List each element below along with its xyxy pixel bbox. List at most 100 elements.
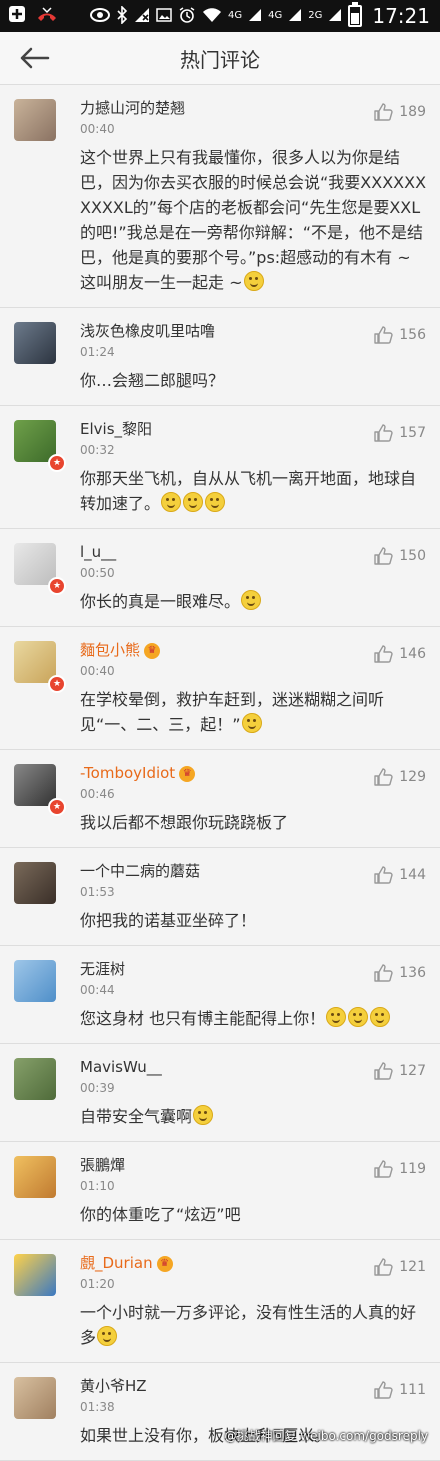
avatar[interactable] [14,322,56,364]
thumbs-up-icon [374,326,393,344]
smile-emoji-icon [193,1105,214,1125]
no-signal-icon [134,7,150,26]
page-title: 热门评论 [180,47,260,72]
comment-text: 自带安全气囊啊 [80,1104,428,1129]
comment-text-body: 在学校晕倒，救护车赶到，迷迷糊糊之间听见“一、二、三，起！” [80,690,385,734]
like-count: 144 [399,867,426,883]
battery-icon [348,2,363,27]
like-button[interactable]: 189 [373,102,426,122]
like-button[interactable]: 146 [373,644,426,664]
vip-crown-icon: ♛ [179,765,196,782]
comment-author-label: 无涯树 [80,960,126,978]
comment-time: 01:53 [80,885,115,899]
like-button[interactable]: 127 [373,1061,426,1081]
comment-item[interactable]: 力撼山河的楚翘 00:40 这个世界上只有我最懂你，很多人以为你是结巴，因为你去买衣… [0,85,440,308]
comment-time: 00:40 [80,122,115,136]
alarm-icon [178,6,196,27]
comment-item[interactable]: MavisWu__ 00:39 自带安全气囊啊 127 [0,1044,440,1142]
eye-icon [89,7,110,25]
comment-text-body: 你…会翘二郎腿吗？ [80,371,225,390]
comment-item[interactable]: 黄小爷HZ 01:38 如果世上没有你，板块上升5厘米。 111 [0,1363,440,1461]
comment-text-body: 你那天坐飞机，自从从飞机一离开地面，地球自转加速了。 [80,469,417,513]
comment-author-label: 張鵬燀 [80,1156,126,1174]
comment-text-body: 你把我的诺基亚坐碎了！ [80,911,257,930]
comment-text-body: 你长的真是一眼难尽。 [80,592,241,611]
thumbs-up-icon [374,1160,393,1178]
comment-item[interactable]: ★ Elvis_黎阳 00:32 你那天坐飞机，自从从飞机一离开地面，地球自转加速了。… [0,406,440,529]
comment-item[interactable]: ★ l_u__ 00:50 你长的真是一眼难尽。 150 [0,529,440,627]
comment-text: 您这身材 也只有博主能配得上你！ [80,1006,428,1031]
like-button[interactable]: 156 [373,325,426,345]
missed-call-icon [36,6,58,26]
like-button[interactable]: 121 [373,1257,426,1277]
avatar[interactable] [14,1377,56,1419]
like-count: 136 [399,965,426,981]
signal-icon-3 [328,8,342,25]
like-button[interactable]: 136 [373,963,426,983]
comment-text-body: 您这身材 也只有博主能配得上你！ [80,1009,326,1028]
thumbs-up-icon [374,768,393,786]
like-count: 121 [399,1259,426,1275]
network-2: 4G [268,10,283,21]
network-1: 4G [227,10,243,21]
smile-emoji-icon [241,590,262,610]
comment-item[interactable]: ★ -TomboyIdiot ♛ 00:46 我以后都不想跟你玩跷跷板了 129 [0,750,440,848]
avatar[interactable] [14,99,56,141]
like-count: 129 [399,769,426,785]
comment-author-label: Elvis_黎阳 [80,420,153,438]
comment-item[interactable]: 張鵬燀 01:10 你的体重吃了“炫迈”吧 119 [0,1142,440,1240]
comment-author-label: l_u__ [80,543,117,561]
smile-emoji-icon [241,713,262,733]
network-3: 2G [308,10,323,21]
comment-item[interactable]: 浅灰色橡皮叽里咕噜 01:24 你…会翘二郎腿吗？ 156 [0,308,440,406]
like-button[interactable]: 119 [373,1159,426,1179]
clock: 17:21 [372,4,430,28]
comment-author-label: 黄小爷HZ [80,1377,147,1395]
avatar[interactable] [14,1156,56,1198]
smile-emoji-icon [370,1007,391,1027]
comment-time: 01:10 [80,1179,115,1193]
like-count: 146 [399,646,426,662]
comment-item[interactable]: 无涯树 00:44 您这身材 也只有博主能配得上你！ 136 [0,946,440,1044]
smile-emoji-icon [97,1326,118,1346]
comment-text-body: 自带安全气囊啊 [80,1107,193,1126]
like-button[interactable]: 144 [373,865,426,885]
comment-text-body: 你的体重吃了“炫迈”吧 [80,1205,241,1224]
avatar[interactable] [14,1058,56,1100]
comment-time: 00:46 [80,787,115,801]
arrow-left-icon [20,47,50,69]
like-count: 150 [399,548,426,564]
comment-time: 00:39 [80,1081,115,1095]
vip-crown-icon: ♛ [144,642,161,659]
comment-text: 这个世界上只有我最懂你，很多人以为你是结巴，因为你去买衣服的时候总会说“我要XX… [80,145,428,295]
vip-crown-icon: ♛ [156,1255,173,1272]
comment-text: 一个小时就一万多评论，没有性生活的人真的好多 [80,1300,428,1350]
like-button[interactable]: 129 [373,767,426,787]
thumbs-up-icon [374,1062,393,1080]
comment-time: 00:32 [80,443,115,457]
comment-item[interactable]: 一个中二病的蘑菇 01:53 你把我的诺基亚坐碎了！ 144 [0,848,440,946]
like-button[interactable]: 111 [373,1380,426,1400]
comment-author-label: 浅灰色橡皮叽里咕噜 [80,322,216,340]
like-button[interactable]: 157 [373,423,426,443]
avatar[interactable] [14,862,56,904]
smile-emoji-icon [161,492,182,512]
like-count: 119 [399,1161,426,1177]
avatar[interactable] [14,960,56,1002]
avatar[interactable] [14,1254,56,1296]
comment-item[interactable]: 覻_Durian ♛ 01:20 一个小时就一万多评论，没有性生活的人真的好多 121 [0,1240,440,1363]
thumbs-up-icon [374,645,393,663]
like-count: 189 [399,104,426,120]
smile-emoji-icon [205,492,226,512]
back-button[interactable] [14,42,54,74]
comment-text: 我以后都不想跟你玩跷跷板了 [80,810,428,835]
verified-badge-icon: ★ [48,577,66,595]
comment-time: 01:24 [80,345,115,359]
verified-badge-icon: ★ [48,798,66,816]
comment-text-body: 一个小时就一万多评论，没有性生活的人真的好多 [80,1303,417,1347]
comment-item[interactable]: ★ 麵包小熊 ♛ 00:40 在学校晕倒，救护车赶到，迷迷糊糊之间听见“一、二、三，起！… [0,627,440,750]
comment-author-label: MavisWu__ [80,1058,162,1076]
comment-author-label: 一个中二病的蘑菇 [80,862,201,880]
like-button[interactable]: 150 [373,546,426,566]
smile-emoji-icon [243,271,264,291]
